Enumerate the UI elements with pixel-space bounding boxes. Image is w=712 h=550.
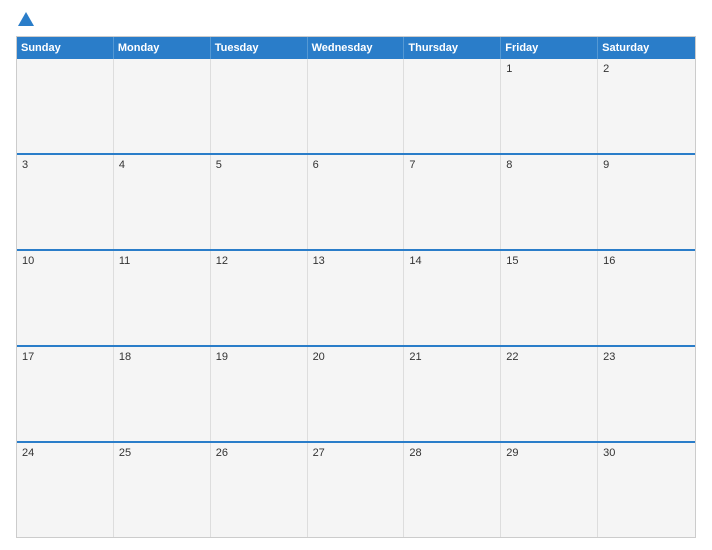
day-number: 8 (506, 159, 592, 171)
day-number: 14 (409, 255, 495, 267)
day-number: 30 (603, 447, 690, 459)
day-cell: 25 (114, 443, 211, 537)
day-number: 28 (409, 447, 495, 459)
day-number: 18 (119, 351, 205, 363)
logo-block (16, 12, 34, 28)
day-number: 2 (603, 63, 690, 75)
day-number: 20 (313, 351, 399, 363)
day-number: 24 (22, 447, 108, 459)
day-cell: 17 (17, 347, 114, 441)
header (16, 12, 696, 28)
week-row-4: 17 18 19 20 21 22 23 (17, 345, 695, 441)
day-headers-row: SundayMondayTuesdayWednesdayThursdayFrid… (17, 37, 695, 59)
day-header-tuesday: Tuesday (211, 37, 308, 59)
day-number: 25 (119, 447, 205, 459)
day-cell: 24 (17, 443, 114, 537)
day-number: 12 (216, 255, 302, 267)
day-cell: 13 (308, 251, 405, 345)
day-number: 23 (603, 351, 690, 363)
day-cell: 3 (17, 155, 114, 249)
day-cell: 28 (404, 443, 501, 537)
day-number: 17 (22, 351, 108, 363)
day-cell: 29 (501, 443, 598, 537)
day-cell: 10 (17, 251, 114, 345)
week-row-2: 3456789 (17, 153, 695, 249)
day-cell: 16 (598, 251, 695, 345)
day-cell: 5 (211, 155, 308, 249)
logo (16, 12, 34, 28)
day-cell: 12 (211, 251, 308, 345)
day-number: 29 (506, 447, 592, 459)
day-cell (114, 59, 211, 153)
day-cell (17, 59, 114, 153)
day-header-friday: Friday (501, 37, 598, 59)
day-number: 13 (313, 255, 399, 267)
day-cell (211, 59, 308, 153)
day-number: 5 (216, 159, 302, 171)
day-cell: 14 (404, 251, 501, 345)
day-number: 3 (22, 159, 108, 171)
day-header-wednesday: Wednesday (308, 37, 405, 59)
day-cell: 15 (501, 251, 598, 345)
day-number: 27 (313, 447, 399, 459)
week-row-3: 10 11 12 13 14 15 16 (17, 249, 695, 345)
week-row-1: 12 (17, 59, 695, 153)
day-number: 6 (313, 159, 399, 171)
day-cell: 6 (308, 155, 405, 249)
day-number: 19 (216, 351, 302, 363)
calendar-page: SundayMondayTuesdayWednesdayThursdayFrid… (0, 0, 712, 550)
logo-triangle-icon (18, 12, 34, 26)
day-number: 15 (506, 255, 592, 267)
day-cell: 30 (598, 443, 695, 537)
day-number: 1 (506, 63, 592, 75)
day-cell: 19 (211, 347, 308, 441)
day-header-saturday: Saturday (598, 37, 695, 59)
day-number: 10 (22, 255, 108, 267)
day-cell: 23 (598, 347, 695, 441)
day-cell: 8 (501, 155, 598, 249)
day-number: 26 (216, 447, 302, 459)
day-cell: 20 (308, 347, 405, 441)
day-cell: 21 (404, 347, 501, 441)
day-cell: 26 (211, 443, 308, 537)
day-number: 9 (603, 159, 690, 171)
day-cell: 1 (501, 59, 598, 153)
day-number: 16 (603, 255, 690, 267)
day-cell: 11 (114, 251, 211, 345)
day-cell (404, 59, 501, 153)
day-number: 21 (409, 351, 495, 363)
day-cell (308, 59, 405, 153)
logo-row1 (16, 12, 34, 28)
day-cell: 4 (114, 155, 211, 249)
day-header-thursday: Thursday (404, 37, 501, 59)
day-cell: 2 (598, 59, 695, 153)
day-number: 4 (119, 159, 205, 171)
day-cell: 27 (308, 443, 405, 537)
calendar-grid: SundayMondayTuesdayWednesdayThursdayFrid… (16, 36, 696, 538)
day-header-sunday: Sunday (17, 37, 114, 59)
day-cell: 22 (501, 347, 598, 441)
weeks-container: 1234567891011121314151617181920212223242… (17, 59, 695, 537)
day-number: 11 (119, 255, 205, 267)
day-cell: 9 (598, 155, 695, 249)
day-cell: 7 (404, 155, 501, 249)
day-header-monday: Monday (114, 37, 211, 59)
day-number: 22 (506, 351, 592, 363)
week-row-5: 24 25 26 27 28 29 30 (17, 441, 695, 537)
day-cell: 18 (114, 347, 211, 441)
day-number: 7 (409, 159, 495, 171)
